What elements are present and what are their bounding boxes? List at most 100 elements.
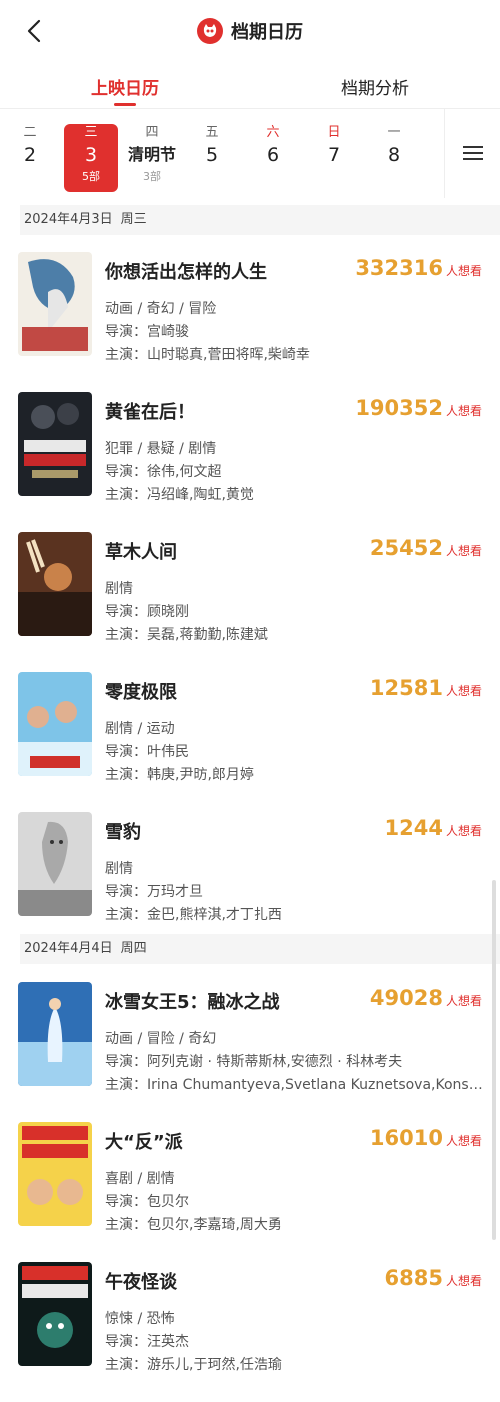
section-weekday: 周四 xyxy=(120,941,147,956)
date-item[interactable]: 二2 xyxy=(3,124,57,192)
want-number: 49028 xyxy=(369,986,443,1010)
date-weekday: 日 xyxy=(327,125,341,140)
movie-genre: 犯罪 / 悬疑 / 剧情 xyxy=(105,441,217,457)
movie-genre: 剧情 xyxy=(105,581,133,597)
movie-genre: 剧情 / 运动 xyxy=(105,721,175,737)
movie-title: 雪豹 xyxy=(105,822,141,843)
date-day: 2 xyxy=(23,144,37,166)
want-label: 人想看 xyxy=(445,684,482,698)
movie-title: 黄雀在后！ xyxy=(105,402,195,423)
date-weekday: 三 xyxy=(84,125,98,140)
movie-poster[interactable] xyxy=(18,1262,92,1366)
movie-poster[interactable] xyxy=(18,812,92,916)
want-number: 190352 xyxy=(355,396,443,420)
movie-cast: 主演：金巴,熊梓淇,才丁扎西 xyxy=(105,907,282,923)
movie-title: 午夜怪谈 xyxy=(105,1272,177,1293)
movie-item[interactable]: 午夜怪谈 6885 人想看 惊悚 / 恐怖 导演：汪英杰 主演：游乐儿,于珂然,任… xyxy=(0,1262,500,1402)
movie-genre: 动画 / 奇幻 / 冒险 xyxy=(105,301,217,317)
date-day: 6 xyxy=(266,144,280,166)
movie-director: 导演：万玛才旦 xyxy=(105,884,203,900)
movie-item[interactable]: 你想活出怎样的人生 332316 人想看 动画 / 奇幻 / 冒险 导演：宫崎骏 … xyxy=(0,252,500,392)
movie-poster[interactable] xyxy=(18,982,92,1086)
want-number: 25452 xyxy=(369,536,443,560)
want-label: 人想看 xyxy=(445,264,482,278)
movie-cast: 主演：冯绍峰,陶虹,黄觉 xyxy=(105,487,254,503)
section-weekday: 周三 xyxy=(120,212,147,227)
want-count: 190352 人想看 xyxy=(355,396,482,420)
movie-cast: 主演：山时聪真,菅田将晖,柴崎幸 xyxy=(105,347,310,363)
date-count xyxy=(307,168,361,186)
want-count: 1244 人想看 xyxy=(385,816,482,840)
date-weekday: 六 xyxy=(266,125,280,140)
date-count xyxy=(185,168,239,186)
movie-cast: 主演：Irina Chumantyeva,Svetlana Kuznetsova… xyxy=(105,1077,487,1093)
cat-logo-icon xyxy=(197,18,223,44)
date-count xyxy=(367,168,421,186)
want-label: 人想看 xyxy=(445,994,482,1008)
tab-bar: 上映日历 档期分析 xyxy=(0,62,500,108)
page-title: 档期日历 xyxy=(231,22,303,43)
menu-icon[interactable] xyxy=(444,108,500,198)
movie-genre: 动画 / 冒险 / 奇幻 xyxy=(105,1031,217,1047)
want-number: 16010 xyxy=(369,1126,443,1150)
date-count xyxy=(246,168,300,186)
movie-title: 大“反”派 xyxy=(105,1132,183,1153)
movie-title: 草木人间 xyxy=(105,542,177,563)
scrollbar[interactable] xyxy=(492,880,496,1240)
date-strip: 二2 三 3 5部 四清明节 3部 五5 六6 日7 一8 xyxy=(0,108,500,198)
movie-poster[interactable] xyxy=(18,392,92,496)
date-day: 7 xyxy=(327,144,341,166)
want-label: 人想看 xyxy=(445,1134,482,1148)
want-label: 人想看 xyxy=(445,544,482,558)
movie-genre: 剧情 xyxy=(105,861,133,877)
header: 档期日历 xyxy=(0,0,500,62)
date-item[interactable]: 五5 xyxy=(185,124,239,192)
movie-poster[interactable] xyxy=(18,532,92,636)
date-item[interactable]: 日7 xyxy=(307,124,361,192)
movie-item[interactable]: 零度极限 12581 人想看 剧情 / 运动 导演：叶伟民 主演：韩庚,尹昉,郎月… xyxy=(0,672,500,812)
movie-director: 导演：叶伟民 xyxy=(105,744,189,760)
want-number: 1244 xyxy=(384,816,443,840)
date-weekday: 五 xyxy=(205,125,219,140)
movie-cast: 主演：包贝尔,李嘉琦,周大勇 xyxy=(105,1217,282,1233)
date-count: 5部 xyxy=(82,170,100,183)
want-count: 12581 人想看 xyxy=(370,676,482,700)
movie-poster[interactable] xyxy=(18,672,92,776)
movie-item[interactable]: 雪豹 1244 人想看 剧情 导演：万玛才旦 主演：金巴,熊梓淇,才丁扎西 xyxy=(0,812,500,952)
movie-title: 零度极限 xyxy=(105,682,177,703)
want-number: 12581 xyxy=(369,676,443,700)
want-count: 16010 人想看 xyxy=(370,1126,482,1150)
date-weekday: 四 xyxy=(145,125,159,140)
want-number: 332316 xyxy=(355,256,443,280)
want-label: 人想看 xyxy=(445,404,482,418)
movie-title: 冰雪女王5：融冰之战 xyxy=(105,992,280,1013)
movie-director: 导演：包贝尔 xyxy=(105,1194,189,1210)
section-date: 2024年4月3日 xyxy=(24,212,113,227)
tab-schedule-analysis[interactable]: 档期分析 xyxy=(250,62,500,108)
date-weekday: 二 xyxy=(23,125,37,140)
movie-poster[interactable] xyxy=(18,252,92,356)
date-item[interactable]: 六6 xyxy=(246,124,300,192)
tab-release-calendar[interactable]: 上映日历 xyxy=(0,62,250,108)
movie-item[interactable]: 冰雪女王5：融冰之战 49028 人想看 动画 / 冒险 / 奇幻 导演：阿列克谢… xyxy=(0,982,500,1122)
movie-item[interactable]: 黄雀在后！ 190352 人想看 犯罪 / 悬疑 / 剧情 导演：徐伟,何文超 主… xyxy=(0,392,500,532)
movie-director: 导演：宫崎骏 xyxy=(105,324,189,340)
movie-cast: 主演：韩庚,尹昉,郎月婷 xyxy=(105,767,254,783)
movie-item[interactable]: 大“反”派 16010 人想看 喜剧 / 剧情 导演：包贝尔 主演：包贝尔,李嘉琦… xyxy=(0,1122,500,1262)
movie-poster[interactable] xyxy=(18,1122,92,1226)
date-item[interactable]: 一8 xyxy=(367,124,421,192)
date-count: 3部 xyxy=(143,170,161,183)
date-item-selected[interactable]: 三 3 5部 xyxy=(64,124,118,192)
date-day: 3 xyxy=(84,144,98,166)
movie-title: 你想活出怎样的人生 xyxy=(105,262,267,283)
want-count: 332316 人想看 xyxy=(355,256,482,280)
want-count: 49028 人想看 xyxy=(370,986,482,1010)
movie-director: 导演：顾晓刚 xyxy=(105,604,189,620)
movie-director: 导演：汪英杰 xyxy=(105,1334,189,1350)
date-day: 5 xyxy=(205,144,219,166)
date-day: 8 xyxy=(387,144,401,166)
date-item[interactable]: 四清明节 3部 xyxy=(124,124,180,192)
movie-item[interactable]: 草木人间 25452 人想看 剧情 导演：顾晓刚 主演：吴磊,蒋勤勤,陈建斌 xyxy=(0,532,500,672)
section-header: 2024年4月3日 周三 xyxy=(20,205,500,235)
section-header: 2024年4月4日 周四 xyxy=(20,934,500,964)
